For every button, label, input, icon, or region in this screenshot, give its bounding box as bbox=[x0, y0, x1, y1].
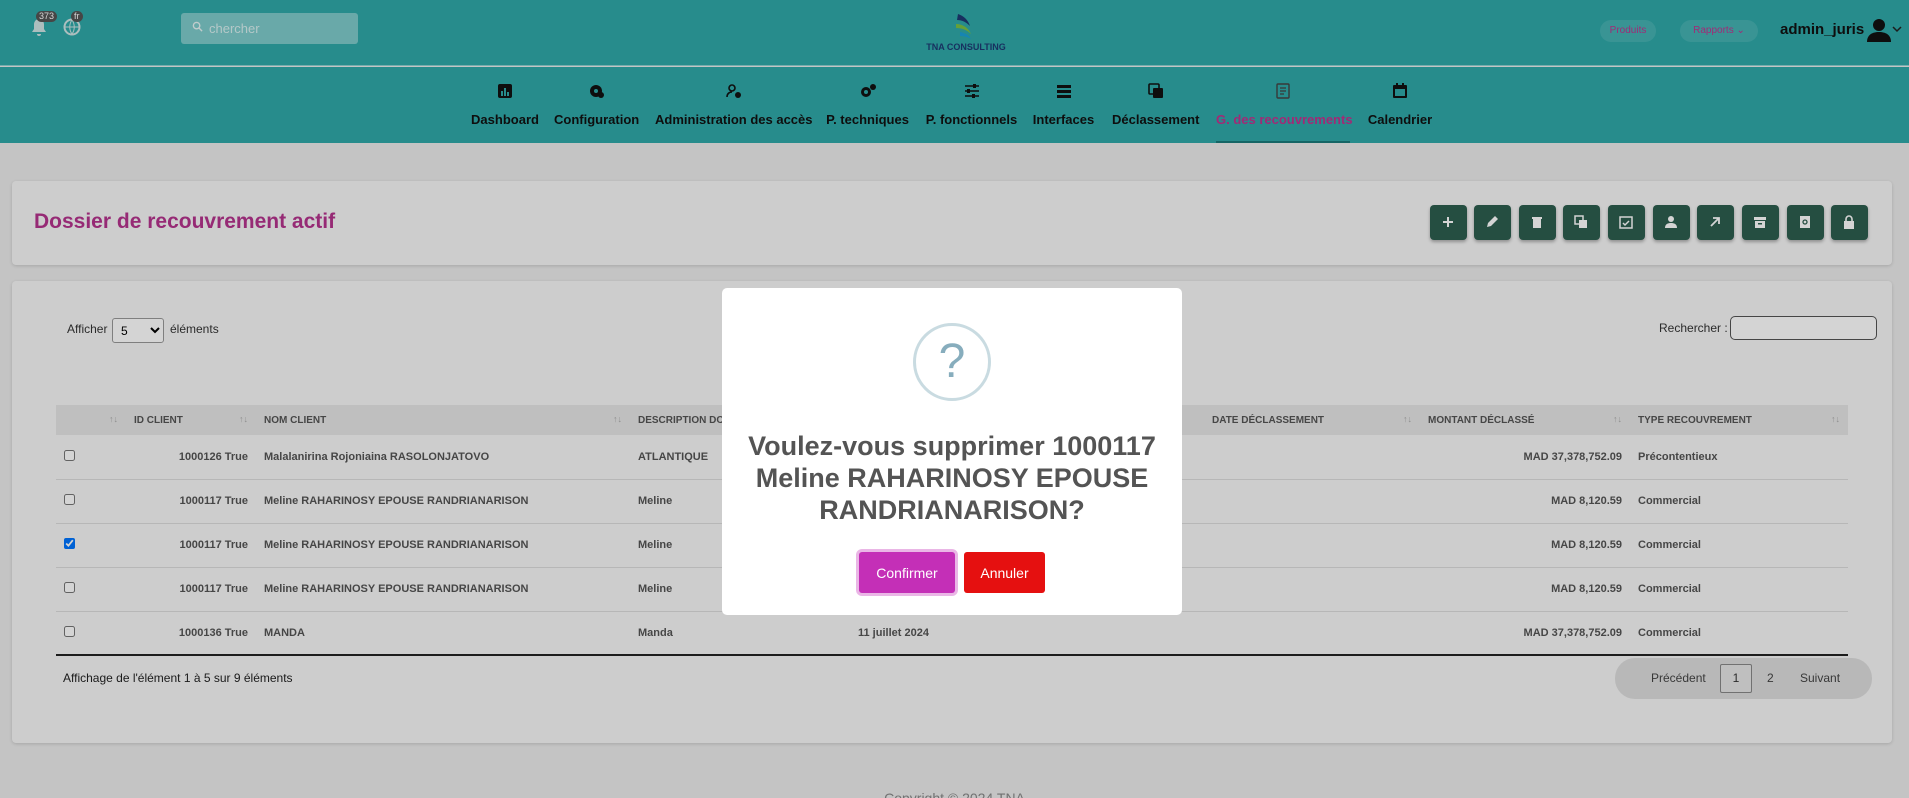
confirm-button[interactable]: Confirmer bbox=[859, 552, 955, 593]
dialog-message: Voulez-vous supprimer 1000117 Meline RAH… bbox=[748, 431, 1156, 525]
cancel-button[interactable]: Annuler bbox=[964, 552, 1045, 593]
question-icon: ? bbox=[913, 323, 991, 401]
confirm-delete-dialog: ? Voulez-vous supprimer 1000117 Meline R… bbox=[722, 288, 1182, 615]
